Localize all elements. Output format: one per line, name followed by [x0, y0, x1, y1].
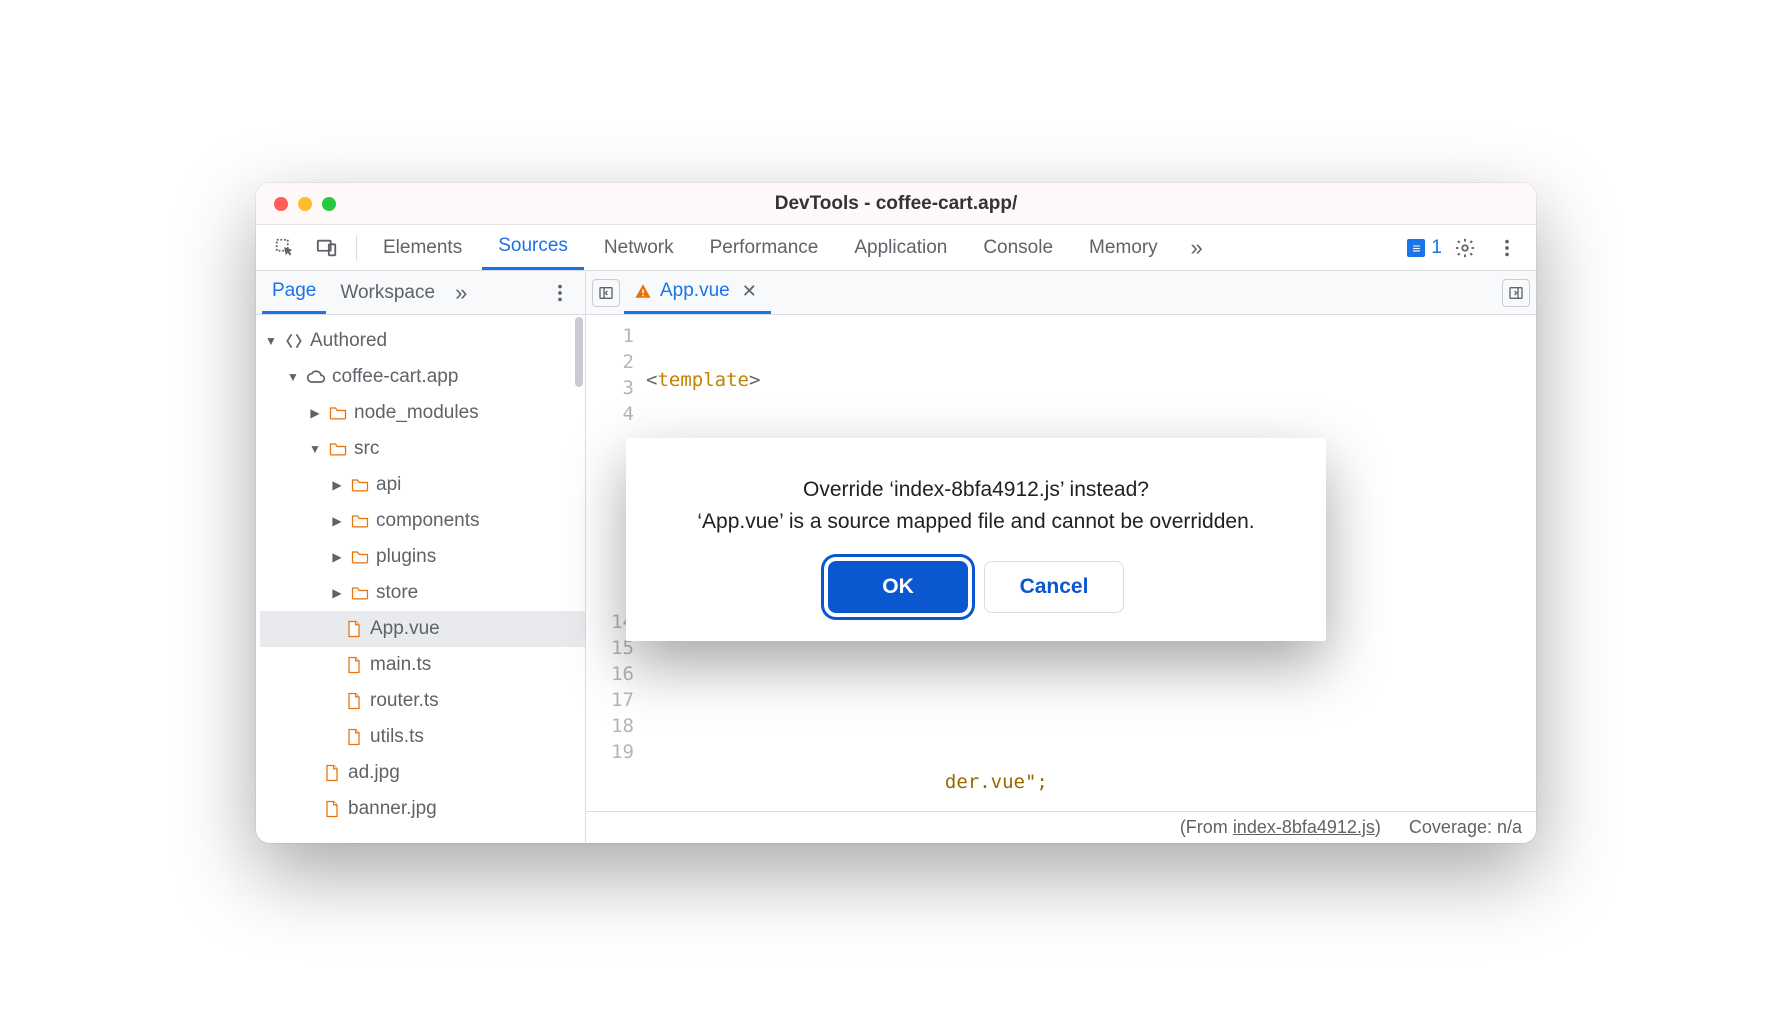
folder-icon [350, 583, 370, 603]
tab-label: Workspace [340, 282, 435, 304]
tab-label: Application [854, 237, 947, 259]
issues-button[interactable]: 1 [1407, 237, 1442, 259]
tree-label: components [376, 510, 480, 532]
folder-icon [350, 511, 370, 531]
devtools-window: DevTools - coffee-cart.app/ Elements Sou… [256, 183, 1536, 843]
tree-row-authored[interactable]: ▼ Authored [260, 323, 585, 359]
zoom-window-button[interactable] [322, 197, 336, 211]
issues-count: 1 [1431, 237, 1442, 259]
editor-tabs: App.vue ✕ [586, 271, 1536, 315]
ok-button[interactable]: OK [828, 561, 968, 613]
navigator-tab-page[interactable]: Page [262, 271, 326, 314]
file-icon [322, 763, 342, 783]
navigator-tab-workspace[interactable]: Workspace [330, 271, 445, 314]
tab-label: Elements [383, 237, 462, 259]
tree-row-file[interactable]: main.ts [260, 647, 585, 683]
tree-row-file[interactable]: utils.ts [260, 719, 585, 755]
tree-label: App.vue [370, 618, 440, 640]
folder-icon [328, 439, 348, 459]
traffic-lights [274, 197, 336, 211]
show-debugger-button[interactable] [1502, 279, 1530, 307]
tree-row-file[interactable]: ad.jpg [260, 755, 585, 791]
file-tree: ▼ Authored ▼ coffee-cart.app ▶ no [256, 315, 585, 835]
folder-icon [328, 403, 348, 423]
navigator-tabs: Page Workspace » [256, 271, 585, 315]
tree-row-domain[interactable]: ▼ coffee-cart.app [260, 359, 585, 395]
device-toggle-icon[interactable] [314, 235, 340, 261]
navigator-menu-icon[interactable] [547, 280, 573, 306]
tree-label: api [376, 474, 401, 496]
folder-icon [350, 475, 370, 495]
brackets-icon [284, 331, 304, 351]
editor-tab-label: App.vue [660, 280, 730, 302]
tab-sources[interactable]: Sources [482, 225, 584, 270]
tree-row-folder[interactable]: ▶plugins [260, 539, 585, 575]
override-dialog: Override ‘index-8bfa4912.js’ instead? ‘A… [626, 438, 1326, 641]
editor-tab-appvue[interactable]: App.vue ✕ [624, 271, 771, 314]
tab-label: Memory [1089, 237, 1158, 259]
close-window-button[interactable] [274, 197, 288, 211]
tree-row-folder[interactable]: ▶ node_modules [260, 395, 585, 431]
issues-icon [1407, 239, 1425, 257]
tab-label: Sources [498, 235, 568, 257]
tree-row-folder[interactable]: ▶store [260, 575, 585, 611]
file-icon [344, 655, 364, 675]
show-navigator-button[interactable] [592, 279, 620, 307]
close-tab-icon[interactable]: ✕ [738, 281, 761, 302]
coverage-label: Coverage: n/a [1409, 817, 1522, 838]
tree-row-folder[interactable]: ▶components [260, 503, 585, 539]
inspect-icon[interactable] [272, 235, 298, 261]
scrollbar-thumb[interactable] [575, 317, 583, 387]
tab-label: Console [983, 237, 1053, 259]
tree-row-file-selected[interactable]: App.vue [260, 611, 585, 647]
file-icon [322, 799, 342, 819]
source-map-origin: (From index-8bfa4912.js) [1180, 817, 1381, 838]
tab-application[interactable]: Application [838, 225, 963, 270]
dialog-line-1: Override ‘index-8bfa4912.js’ instead? [803, 474, 1149, 506]
folder-icon [350, 547, 370, 567]
more-navigator-tabs-icon[interactable]: » [449, 280, 473, 306]
tab-memory[interactable]: Memory [1073, 225, 1174, 270]
tree-label: ad.jpg [348, 762, 400, 784]
more-tabs-icon[interactable]: » [1184, 235, 1210, 261]
tab-console[interactable]: Console [967, 225, 1069, 270]
panel-tabs: Elements Sources Network Performance App… [256, 225, 1536, 271]
tab-label: Page [272, 280, 316, 302]
editor-statusbar: (From index-8bfa4912.js) Coverage: n/a [586, 811, 1536, 843]
dialog-line-2: ‘App.vue’ is a source mapped file and ca… [697, 506, 1254, 538]
tab-label: Performance [710, 237, 819, 259]
cancel-button[interactable]: Cancel [984, 561, 1124, 613]
warning-icon [634, 282, 652, 300]
tree-row-file[interactable]: router.ts [260, 683, 585, 719]
kebab-menu-icon[interactable] [1494, 235, 1520, 261]
file-icon [344, 619, 364, 639]
window-title: DevTools - coffee-cart.app/ [256, 193, 1536, 215]
settings-gear-icon[interactable] [1452, 235, 1478, 261]
tree-label: router.ts [370, 690, 439, 712]
divider [356, 235, 357, 261]
navigator-pane: Page Workspace » ▼ Authored ▼ [256, 271, 586, 843]
minimize-window-button[interactable] [298, 197, 312, 211]
file-icon [344, 691, 364, 711]
tab-network[interactable]: Network [588, 225, 690, 270]
tab-performance[interactable]: Performance [694, 225, 835, 270]
tree-label: plugins [376, 546, 436, 568]
tree-label: utils.ts [370, 726, 424, 748]
source-map-link[interactable]: index-8bfa4912.js [1233, 817, 1375, 837]
tree-row-file[interactable]: banner.jpg [260, 791, 585, 827]
tree-row-folder[interactable]: ▼ src [260, 431, 585, 467]
tree-label: main.ts [370, 654, 431, 676]
tree-row-folder[interactable]: ▶api [260, 467, 585, 503]
tree-label: node_modules [354, 402, 479, 424]
cloud-icon [306, 367, 326, 387]
tab-label: Network [604, 237, 674, 259]
tab-elements[interactable]: Elements [367, 225, 478, 270]
tree-label: src [354, 438, 379, 460]
tree-label: store [376, 582, 418, 604]
tree-label: Authored [310, 330, 387, 352]
tree-label: banner.jpg [348, 798, 437, 820]
file-icon [344, 727, 364, 747]
titlebar: DevTools - coffee-cart.app/ [256, 183, 1536, 225]
tree-label: coffee-cart.app [332, 366, 458, 388]
